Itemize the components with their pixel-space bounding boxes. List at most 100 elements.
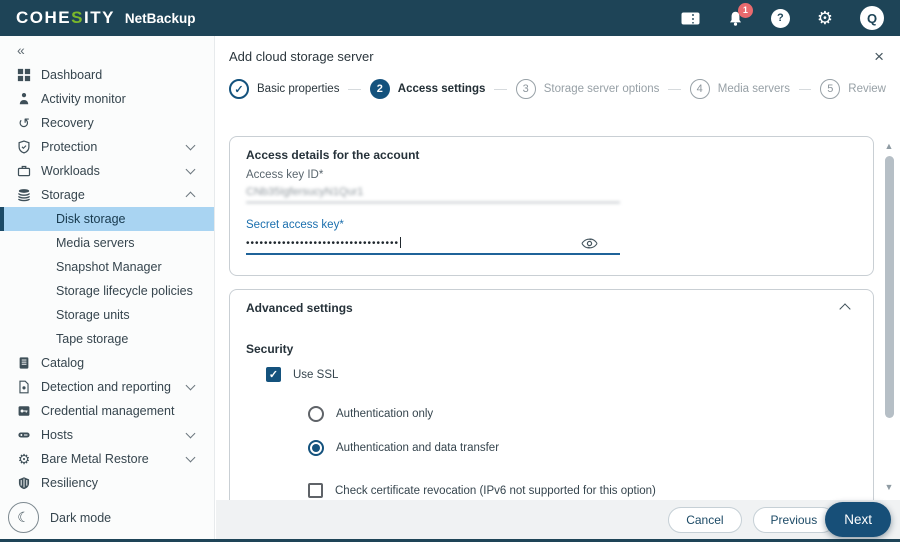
step-storage-server-options[interactable]: 3 Storage server options [515, 79, 659, 99]
sidebar-item-label: Media servers [56, 236, 135, 250]
auth-only-radio[interactable]: Authentication only [246, 406, 857, 422]
topbar: COHESITY NetBackup 1 ? ⚙ Q [0, 0, 900, 36]
auth-data-transfer-radio[interactable]: Authentication and data transfer [246, 440, 857, 456]
chevron-up-icon [185, 191, 196, 202]
use-ssl-label: Use SSL [293, 368, 339, 381]
access-key-field[interactable]: CNb35IgfersucyN1Qur1 [246, 181, 620, 203]
sidebar-item-protection[interactable]: Protection [0, 135, 214, 159]
sidebar-item-label: Resiliency [41, 476, 98, 490]
sidebar-item-dashboard[interactable]: Dashboard [0, 63, 214, 87]
sidebar-item-workloads[interactable]: Workloads [0, 159, 214, 183]
shield-check-icon [16, 139, 32, 155]
sidebar-item-label: Hosts [41, 428, 73, 442]
sidebar-item-label: Disk storage [56, 212, 126, 226]
book-icon [16, 355, 32, 371]
gear-wrench-icon: ⚙ [17, 451, 31, 467]
sidebar-item-disk-storage[interactable]: Disk storage [0, 207, 214, 231]
ticket-icon [681, 11, 700, 26]
logo-green-s: S [71, 8, 84, 27]
sidebar-item-label: Detection and reporting [41, 380, 171, 394]
step-review[interactable]: 5 Review [820, 79, 886, 99]
step-number: 3 [515, 79, 536, 99]
step-number: 2 [369, 79, 390, 99]
radio-selected-icon [308, 440, 324, 456]
sidebar-item-storage-lifecycle-policies[interactable]: Storage lifecycle policies [0, 279, 214, 303]
section-heading: Access details for the account [246, 148, 420, 162]
use-ssl-checkbox[interactable]: ✓ Use SSL [246, 367, 857, 382]
sidebar-item-label: Storage units [56, 308, 130, 322]
secret-key-field[interactable]: •••••••••••••••••••••••••••••••••• [246, 231, 620, 255]
sidebar-item-label: Tape storage [56, 332, 129, 346]
sidebar-item-hosts[interactable]: Hosts [0, 423, 214, 447]
dark-mode-label: Dark mode [50, 510, 112, 525]
sidebar-item-tape-storage[interactable]: Tape storage [0, 327, 214, 351]
chevron-down-icon [185, 164, 196, 175]
resiliency-icon [16, 475, 32, 491]
scrollbar-thumb[interactable] [885, 156, 894, 418]
moon-icon: ☾ [8, 502, 39, 533]
tickets-button[interactable] [681, 11, 700, 26]
sidebar-item-label: Recovery [41, 116, 94, 130]
notifications-button[interactable]: 1 [727, 2, 753, 27]
chevron-down-icon [185, 428, 196, 439]
sidebar-item-snapshot-manager[interactable]: Snapshot Manager [0, 255, 214, 279]
step-connector [798, 88, 812, 90]
close-icon[interactable]: × [874, 48, 884, 65]
auth-data-transfer-label: Authentication and data transfer [336, 442, 500, 454]
sidebar-item-label: Storage [41, 188, 85, 202]
step-number: 4 [689, 79, 710, 99]
sidebar-item-label: Activity monitor [41, 92, 126, 106]
sidebar-item-label: Storage lifecycle policies [56, 284, 193, 298]
dark-mode-toggle[interactable]: ☾ Dark mode [8, 502, 111, 533]
recovery-icon: ↺ [18, 115, 30, 131]
notification-badge: 1 [737, 2, 753, 18]
previous-button[interactable]: Previous [752, 506, 836, 533]
sidebar-item-label: Catalog [41, 356, 85, 370]
access-details-card: Access details for the account Access ke… [229, 136, 874, 276]
step-basic-properties[interactable]: ✓ Basic properties [229, 79, 339, 99]
sidebar-item-storage[interactable]: Storage [0, 183, 214, 207]
sidebar-item-activity-monitor[interactable]: Activity monitor [0, 87, 214, 111]
security-heading: Security [246, 342, 294, 356]
cert-revocation-checkbox[interactable]: Check certificate revocation (IPv6 not s… [246, 483, 857, 498]
sidebar-item-label: Snapshot Manager [56, 260, 162, 274]
eye-icon[interactable] [581, 237, 598, 250]
topbar-actions: 1 ? ⚙ Q [681, 2, 884, 30]
help-button[interactable]: ? [770, 8, 790, 28]
sidebar-item-catalog[interactable]: Catalog [0, 351, 214, 375]
text-cursor [400, 237, 402, 248]
collapse-section-icon[interactable] [839, 303, 851, 315]
checkbox-unchecked-icon [308, 483, 323, 498]
sidebar-item-storage-units[interactable]: Storage units [0, 303, 214, 327]
chevron-down-icon [185, 452, 196, 463]
product-name: NetBackup [124, 11, 196, 26]
collapse-icon: « [17, 41, 25, 58]
sidebar-item-label: Credential management [41, 404, 175, 418]
sidebar-collapse-button[interactable]: « [0, 36, 214, 63]
settings-button[interactable]: ⚙ [817, 9, 833, 27]
logo-text-end: ITY [83, 8, 115, 27]
wizard-header: Add cloud storage server × [216, 36, 900, 69]
sidebar-item-resiliency[interactable]: Resiliency [0, 471, 214, 495]
sidebar-item-recovery[interactable]: ↺ Recovery [0, 111, 214, 135]
sidebar-item-credential-management[interactable]: Credential management [0, 399, 214, 423]
account-button[interactable]: Q [860, 6, 884, 30]
step-access-settings[interactable]: 2 Access settings [369, 79, 485, 99]
auth-only-label: Authentication only [336, 408, 434, 420]
sidebar-item-bare-metal-restore[interactable]: ⚙ Bare Metal Restore [0, 447, 214, 471]
sidebar-item-media-servers[interactable]: Media servers [0, 231, 214, 255]
sidebar-item-detection-reporting[interactable]: Detection and reporting [0, 375, 214, 399]
vertical-scrollbar[interactable]: ▲ ▼ [881, 140, 897, 493]
cancel-button[interactable]: Cancel [668, 506, 742, 533]
check-icon: ✓ [229, 79, 249, 99]
next-button[interactable]: Next [825, 502, 891, 537]
scroll-down-icon[interactable]: ▼ [881, 481, 897, 493]
access-key-label: Access key ID* [246, 169, 324, 181]
advanced-settings-card: Advanced settings Security ✓ Use SSL Aut… [229, 289, 874, 500]
step-media-servers[interactable]: 4 Media servers [689, 79, 790, 99]
database-icon [16, 187, 32, 203]
sidebar: « Dashboard Activity monitor ↺ Recovery … [0, 36, 215, 539]
step-connector [668, 88, 681, 90]
scroll-up-icon[interactable]: ▲ [881, 140, 897, 152]
page-title: Add cloud storage server [229, 49, 374, 64]
